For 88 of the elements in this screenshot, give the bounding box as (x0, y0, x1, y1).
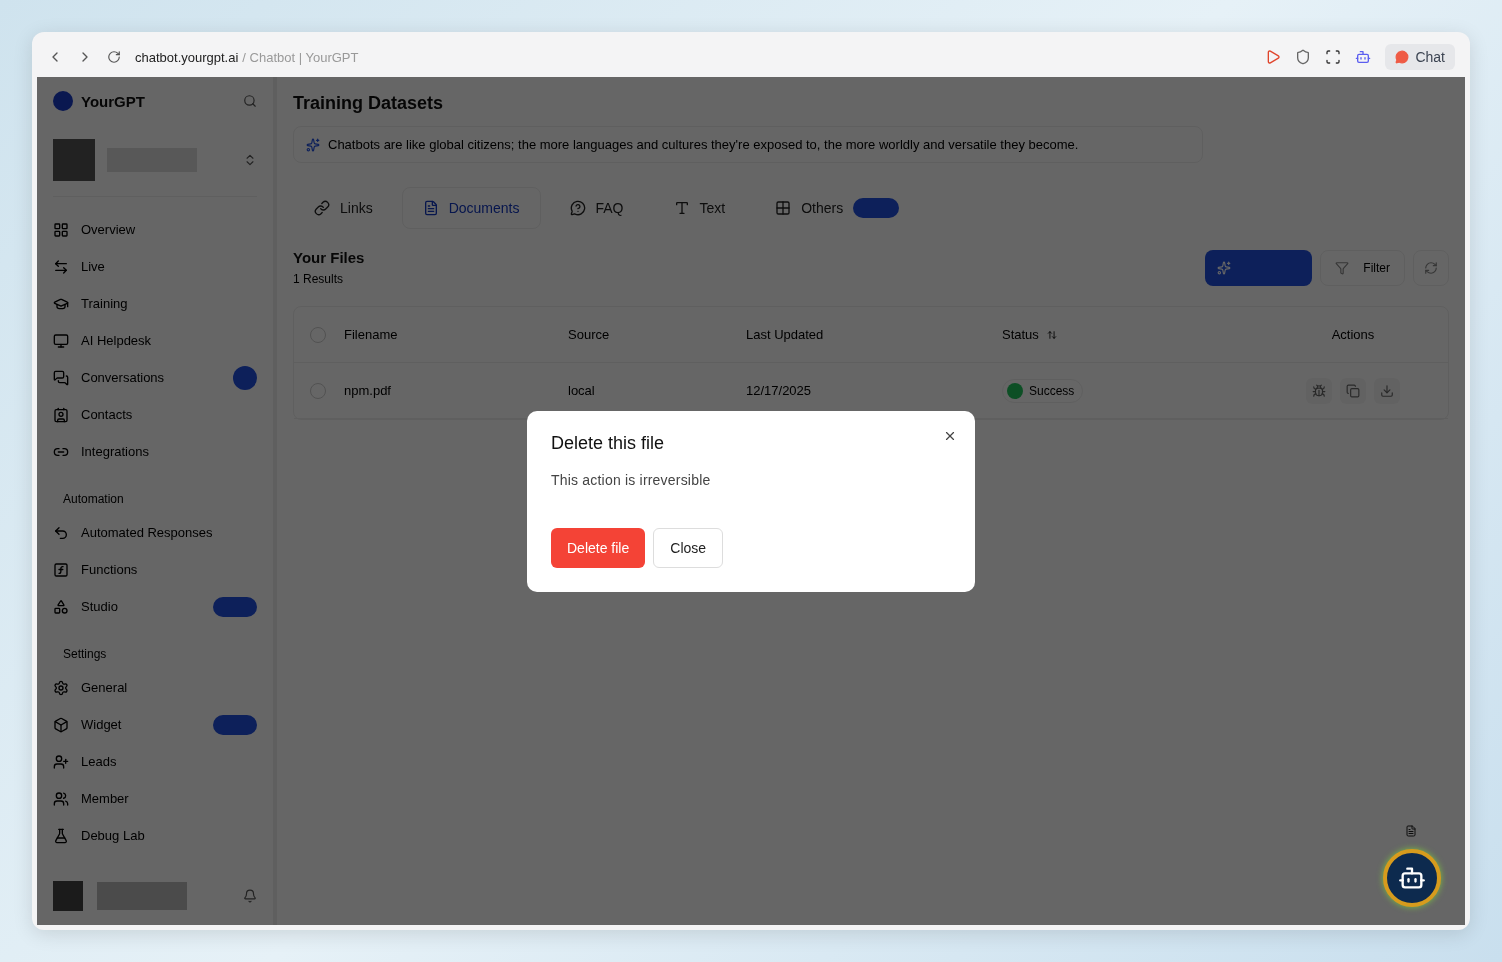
tab-icon (422, 200, 439, 216)
refresh-button[interactable] (1413, 250, 1449, 286)
primary-button[interactable] (1205, 250, 1313, 286)
nav-icon (53, 221, 69, 238)
chat-button[interactable]: Chat (1385, 44, 1455, 70)
nav-item[interactable]: Leads (53, 743, 257, 780)
column-header: Actions (1331, 327, 1375, 342)
nav-item[interactable]: Member (53, 780, 257, 817)
nav-icon (53, 524, 69, 541)
nav-item[interactable]: General (53, 669, 257, 706)
tab-icon (314, 200, 330, 216)
nav-icon (53, 598, 69, 615)
nav-item[interactable]: AI Helpdesk (53, 322, 257, 359)
page-heading: Training Datasets (293, 93, 445, 114)
table-cell-text: 12/17/2025 (746, 383, 813, 398)
user-avatar (53, 881, 83, 911)
nav-icon (53, 561, 69, 578)
nav-icon (53, 790, 69, 807)
brand-name: YourGPT (81, 92, 146, 110)
filter-button[interactable]: Filter (1320, 250, 1405, 286)
delete-button[interactable]: Delete file (551, 527, 646, 568)
table-cell-text: local (568, 383, 596, 398)
notification-dot (233, 365, 257, 390)
nav-icon (53, 332, 69, 349)
section-title: Your Files (293, 249, 365, 266)
play-icon[interactable] (1265, 49, 1282, 65)
close-button[interactable]: Close (653, 527, 724, 568)
sort-icon[interactable] (1046, 329, 1057, 340)
dialog-message: This action is irreversible (551, 471, 712, 488)
chatbot-launcher[interactable] (1383, 849, 1441, 907)
page-title: / Chatbot | YourGPT (242, 49, 359, 65)
nav-item[interactable]: Overview (53, 211, 257, 248)
filter-icon (1335, 261, 1350, 275)
nav-icon (53, 679, 69, 696)
avatar-placeholder (53, 138, 95, 181)
bell-icon[interactable] (243, 889, 257, 903)
tab-icon (569, 200, 586, 216)
section-heading: Settings (62, 646, 108, 663)
tab-icon (673, 200, 690, 216)
refresh-icon (1424, 261, 1438, 275)
nav-icon (53, 716, 69, 733)
shield-icon[interactable] (1295, 49, 1312, 65)
nav-icon (53, 369, 69, 386)
column-header: Last Updated (746, 327, 824, 342)
nav-item[interactable]: Debug Lab (53, 817, 257, 854)
tab[interactable]: Others (754, 187, 921, 229)
column-header: Status (1002, 327, 1039, 342)
section-heading: Automation (62, 491, 125, 508)
results-count: 1 Results (293, 272, 345, 286)
status-dot (1007, 382, 1023, 399)
tab[interactable]: Text (652, 187, 747, 229)
tip-text: Chatbots are like global citizens; the more languages and cultures they're exposed to, the more worldly and versatile they become. (328, 137, 1079, 152)
sparkle-icon (1217, 261, 1232, 275)
nav-item[interactable]: Integrations (53, 433, 257, 470)
dialog-title: Delete this file (551, 432, 666, 454)
tab[interactable]: FAQ (548, 187, 645, 229)
nav-icon (53, 753, 69, 770)
nav-item[interactable]: Functions (53, 551, 257, 588)
address-url[interactable]: chatbot.yourgpt.ai (135, 49, 239, 65)
column-header: Source (568, 327, 610, 342)
tab-badge (853, 198, 900, 218)
nav-item[interactable]: Live (53, 248, 257, 285)
tab[interactable]: Documents (401, 187, 541, 229)
new-badge (213, 714, 257, 735)
download-icon[interactable] (1374, 377, 1400, 404)
nav-item[interactable]: Widget (53, 706, 257, 743)
robot-icon[interactable] (1355, 49, 1372, 65)
sparkle-icon (306, 137, 320, 152)
nav-item[interactable]: Conversations (53, 359, 257, 396)
nav-item[interactable]: Automated Responses (53, 514, 257, 551)
nav-icon (53, 406, 69, 423)
tab-icon (775, 200, 792, 216)
table-cell-text: npm.pdf (344, 383, 392, 398)
reload-icon[interactable] (107, 50, 121, 64)
nav-icon (53, 827, 69, 844)
column-header: Filename (344, 327, 398, 342)
search-icon[interactable] (243, 94, 257, 108)
speech-bubble-icon (1395, 50, 1410, 64)
tab[interactable]: Links (293, 187, 394, 229)
nav-item[interactable]: Studio (53, 588, 257, 625)
screenshot-icon[interactable] (1325, 49, 1342, 65)
nav-item[interactable]: Contacts (53, 396, 257, 433)
bug-icon[interactable] (1306, 377, 1332, 404)
nav-icon (53, 258, 69, 275)
new-badge (213, 596, 257, 617)
logo-icon (53, 91, 73, 111)
copy-icon[interactable] (1340, 377, 1366, 404)
nav-item[interactable]: Training (53, 285, 257, 322)
